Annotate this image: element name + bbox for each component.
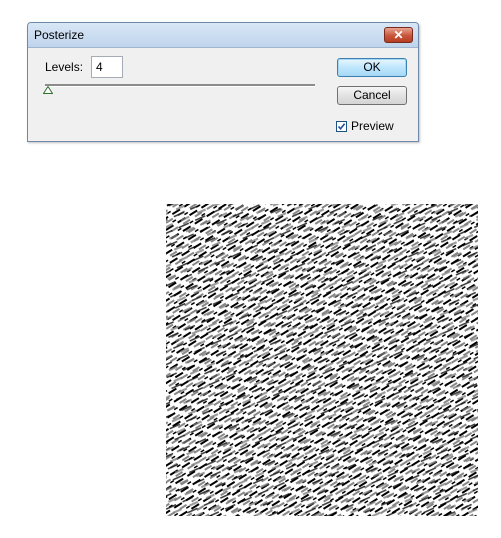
levels-slider-track[interactable]: [45, 84, 315, 87]
ok-button[interactable]: OK: [337, 58, 407, 77]
close-icon: ✕: [393, 28, 404, 42]
levels-input[interactable]: [91, 56, 123, 78]
preview-toggle[interactable]: Preview: [336, 119, 394, 133]
dialog-title: Posterize: [34, 28, 85, 42]
posterized-image: [166, 204, 478, 516]
levels-slider-thumb[interactable]: [43, 86, 53, 94]
checkmark-icon: [337, 122, 346, 130]
levels-label: Levels:: [45, 60, 84, 74]
close-button[interactable]: ✕: [384, 27, 413, 43]
posterize-dialog: Posterize ✕ Levels: OK Cancel Preview: [27, 22, 419, 142]
preview-checkbox[interactable]: [336, 120, 347, 132]
cancel-button[interactable]: Cancel: [337, 86, 407, 105]
preview-label: Preview: [351, 119, 394, 133]
dialog-titlebar[interactable]: Posterize ✕: [28, 23, 418, 48]
